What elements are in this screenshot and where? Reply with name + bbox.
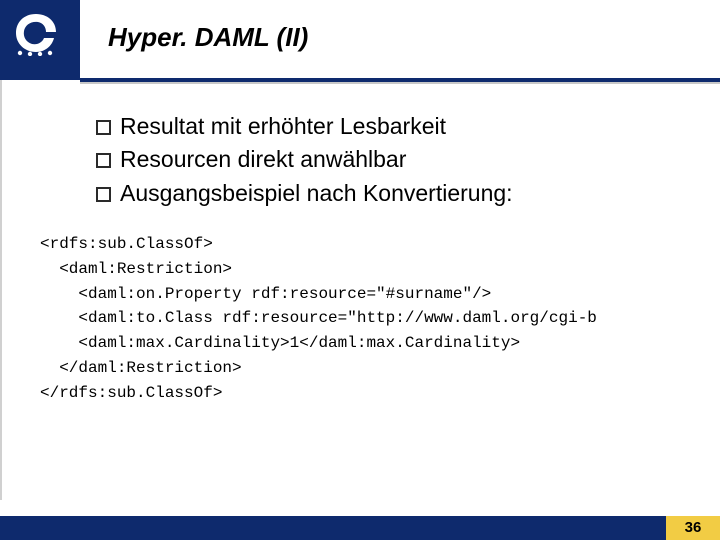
swirl-icon [12, 12, 60, 56]
code-line: <daml:max.Cardinality>1</daml:max.Cardin… [40, 334, 520, 352]
list-item: Resourcen direkt anwählbar [92, 143, 652, 176]
bullet-list: Resultat mit erhöhter Lesbarkeit Resourc… [92, 110, 652, 210]
code-line: </daml:Restriction> [40, 359, 242, 377]
page-number-badge: 36 [666, 516, 720, 540]
list-item: Ausgangsbeispiel nach Konvertierung: [92, 177, 652, 210]
code-block: <rdfs:sub.ClassOf> <daml:Restriction> <d… [40, 232, 680, 406]
logo-block [0, 0, 80, 80]
slide-root: Hyper. DAML (II) Resultat mit erhöhter L… [0, 0, 720, 540]
code-line: <daml:on.Property rdf:resource="#surname… [40, 285, 491, 303]
code-line: </rdfs:sub.ClassOf> [40, 384, 222, 402]
page-title: Hyper. DAML (II) [108, 22, 308, 53]
left-stripe [0, 80, 10, 500]
code-line: <rdfs:sub.ClassOf> [40, 235, 213, 253]
title-divider-shadow [80, 82, 720, 84]
code-line: <daml:to.Class rdf:resource="http://www.… [40, 309, 597, 327]
bottom-bar [0, 516, 720, 540]
code-line: <daml:Restriction> [40, 260, 232, 278]
list-item: Resultat mit erhöhter Lesbarkeit [92, 110, 652, 143]
